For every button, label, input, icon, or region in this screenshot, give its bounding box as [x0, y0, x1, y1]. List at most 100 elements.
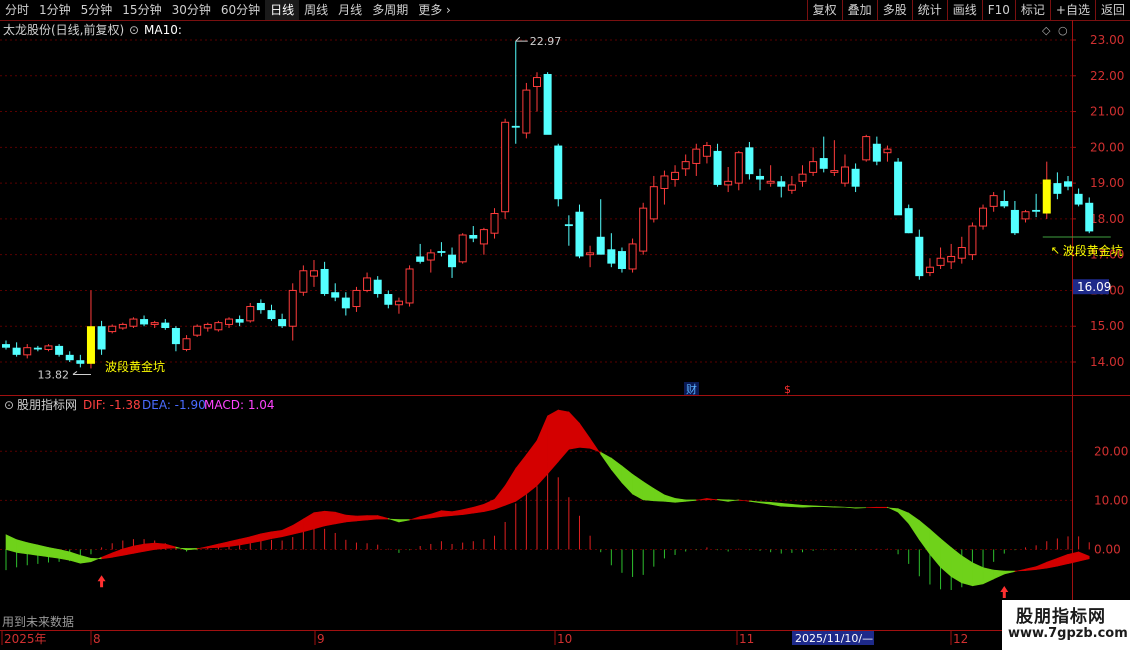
macd-ribbon-segment [982, 567, 994, 585]
event-marker-dollar: $ [784, 383, 791, 396]
candle-body [33, 347, 42, 350]
price-axis-label: 15.00 [1090, 319, 1124, 333]
candle-body [957, 247, 966, 259]
candle-body [118, 323, 127, 329]
candle-body [904, 208, 913, 234]
buy-arrow-icon [1000, 586, 1009, 599]
candle-body [1053, 183, 1062, 194]
macd-ribbon-segment [271, 529, 283, 540]
candle-body [809, 161, 818, 173]
candle-body [405, 268, 414, 304]
candle [331, 283, 340, 302]
candle-body [628, 243, 637, 270]
candle [426, 249, 435, 273]
candle-body [830, 170, 839, 173]
macd-ribbon-segment [1046, 557, 1058, 569]
candle-body [947, 255, 956, 263]
candle-body [883, 148, 892, 154]
candle [479, 227, 488, 255]
candle [161, 319, 170, 330]
candle [957, 236, 966, 264]
candle [65, 351, 74, 362]
candle [692, 143, 701, 176]
watermark-logo: 股朋指标网 www.7gpzb.com [1002, 600, 1130, 650]
macd-ribbon-segment [515, 453, 527, 502]
macd-ribbon-segment [239, 536, 251, 546]
candle [809, 147, 818, 176]
candle-body [968, 225, 977, 256]
macd-ribbon-segment [207, 543, 219, 549]
candle [766, 165, 775, 187]
candle [756, 168, 765, 191]
kline-chart[interactable]: 23.0022.0021.0020.0019.0018.0017.0016.00… [0, 0, 1130, 650]
candle-body [554, 145, 563, 200]
candle-body [862, 136, 871, 161]
candle-body [936, 257, 945, 266]
candle [840, 154, 849, 187]
candle [543, 72, 552, 135]
macd-ribbon-segment [1067, 551, 1079, 565]
candle-body [97, 326, 106, 350]
candle-body [23, 347, 32, 356]
candle-body [787, 184, 796, 191]
macd-ribbon-segment [908, 512, 920, 541]
candle [1053, 172, 1062, 200]
macd-ribbon-segment [653, 488, 665, 502]
candle [235, 315, 244, 327]
candle [671, 165, 680, 187]
macd-ribbon-segment [738, 499, 750, 502]
macd-axis-label: 20.00 [1094, 444, 1128, 458]
candle [522, 82, 531, 139]
candle-body [639, 207, 648, 252]
candle-body [76, 360, 85, 364]
date-label: 2025年 [4, 632, 47, 646]
candle [745, 141, 754, 180]
candle [1032, 193, 1041, 218]
candle-body [1032, 209, 1041, 212]
macd-ribbon-segment [154, 542, 166, 550]
macd-ribbon-segment [897, 508, 910, 525]
macd-ribbon-segment [1003, 570, 1016, 575]
candle-body [660, 175, 669, 189]
candle [596, 199, 605, 255]
candle-body [458, 234, 467, 263]
candle-body [543, 73, 552, 135]
macd-ribbon-segment [961, 555, 973, 587]
candle-body [437, 251, 446, 253]
candle [309, 260, 318, 287]
candle [214, 320, 223, 332]
candle [256, 299, 265, 314]
macd-ribbon-segment [356, 515, 368, 522]
candle-body [214, 322, 223, 331]
macd-ribbon-segment [303, 512, 315, 533]
macd-ribbon-segment [993, 569, 1005, 580]
candle [734, 150, 743, 191]
macd-ribbon-segment [122, 545, 134, 556]
candle [288, 283, 297, 341]
candle [140, 315, 149, 327]
macd-ribbon-segment [388, 518, 400, 523]
candle-body [448, 254, 457, 268]
macd-ribbon-segment [249, 533, 262, 544]
macd-ribbon-segment [940, 538, 952, 578]
candle-body [246, 306, 255, 322]
candle [904, 204, 913, 234]
candle-body [129, 318, 138, 327]
candle-body [1085, 202, 1094, 232]
candle [501, 118, 510, 219]
candle [193, 324, 202, 337]
date-label: 11 [739, 632, 754, 646]
macd-ribbon-segment [611, 457, 623, 484]
low-price-label: 13.82 [37, 368, 69, 381]
candle [23, 344, 32, 359]
candle-body [925, 266, 934, 274]
candle [437, 242, 446, 257]
watermark-url: www.7gpzb.com [1008, 626, 1128, 641]
candle [246, 302, 255, 323]
macd-ribbon-segment [472, 503, 485, 514]
macd-ribbon-segment [749, 500, 761, 504]
macd-ribbon-segment [37, 544, 49, 558]
price-axis-label: 23.00 [1090, 33, 1124, 47]
macd-ribbon-segment [536, 415, 548, 487]
macd-ribbon-segment [1025, 566, 1037, 571]
